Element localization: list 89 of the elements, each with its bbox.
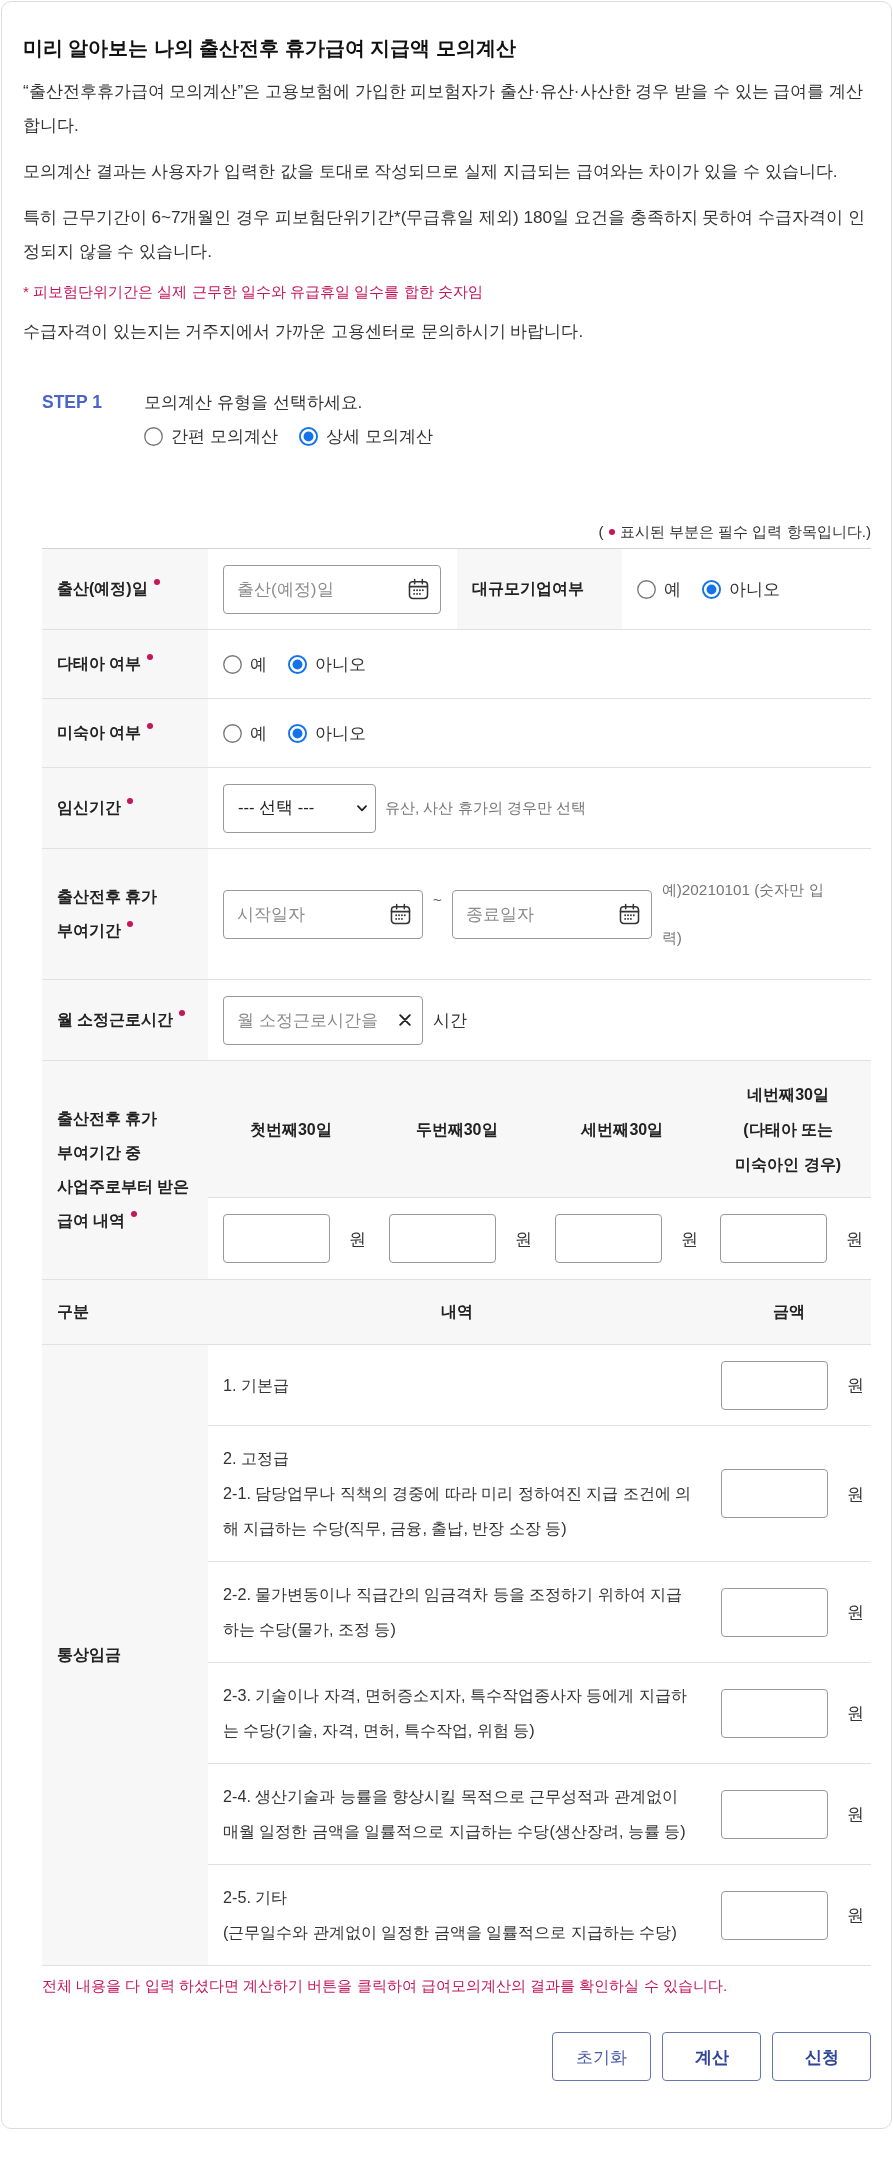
- amount-input[interactable]: [721, 1469, 828, 1518]
- note-text: 표시된 부분은 필수 입력 항목입니다.): [619, 522, 871, 542]
- pay-item-text: (근무일수와 관계없이 일정한 금액을 일률적으로 지급하는 수당): [223, 1922, 678, 1943]
- calendar-icon[interactable]: [389, 902, 412, 926]
- unit-label: 원: [846, 1227, 864, 1251]
- step-label: STEP 1: [42, 392, 102, 412]
- unit-label: 원: [514, 1227, 532, 1251]
- field-label: 출산(예정)일: [57, 580, 148, 597]
- pay-item-text: 2-4. 생산기술과 능률을 향상시킬 목적으로 근무성적과 관계없이 매월 일정한 금액을 일률적으로 지급하는 수당(생산장려, 능률 등): [223, 1786, 687, 1842]
- field-label: 미숙아 여부: [57, 724, 142, 741]
- unit-label: 원: [847, 1482, 864, 1506]
- unit-label: 원: [847, 1904, 864, 1927]
- option-label[interactable]: 예: [250, 721, 267, 745]
- field-label: 출산전후 휴가 부여기간: [57, 888, 158, 939]
- radio-button[interactable]: [702, 579, 721, 599]
- amount-input[interactable]: [554, 1214, 662, 1263]
- calendar-icon[interactable]: [617, 902, 641, 926]
- calculate-button[interactable]: 계산: [662, 2032, 761, 2081]
- column-header: 두번째30일: [415, 1119, 498, 1140]
- unit-label: 시간: [433, 1009, 467, 1032]
- required-dot-icon: [608, 529, 615, 535]
- radio-button[interactable]: [298, 426, 318, 446]
- period-select[interactable]: --- 선택 ---: [223, 783, 376, 833]
- note-text: (: [598, 522, 604, 542]
- unit-label: 원: [349, 1227, 366, 1251]
- field-label: 월 소정근로시간: [57, 1011, 174, 1028]
- amount-input[interactable]: [720, 1214, 828, 1263]
- footer-note: 전체 내용을 다 입력 하셨다면 계산하기 버튼을 클릭하여 급여모의계산의 결과를 확인하실 수 있습니다.: [42, 1976, 729, 1996]
- pay-item-text: 2-5. 기타: [223, 1887, 289, 1908]
- unit-label: 원: [680, 1227, 698, 1251]
- pay-item-text: 2. 고정급: [223, 1448, 290, 1469]
- radio-button[interactable]: [288, 654, 307, 674]
- unit-label: 원: [847, 1803, 864, 1826]
- radio-button[interactable]: [637, 579, 656, 599]
- option-label[interactable]: 아니오: [729, 577, 780, 601]
- amount-input[interactable]: [721, 1587, 828, 1637]
- pay-item-text: 2-3. 기술이나 자격, 면허증소지자, 특수작업종사자 등에게 지급하는 수당(기술, 자격, 면허, 특수작업, 위험 등): [223, 1685, 688, 1741]
- field-label: 출산전후 휴가 부여기간 중 사업주로부터 받은 급여 내역: [57, 1110, 190, 1229]
- option-label[interactable]: 아니오: [315, 721, 366, 745]
- intro-text: 수급자격이 있는지는 거주지에서 가까운 고용센터로 문의하시기 바랍니다.: [23, 321, 585, 343]
- field-label: 임신기간: [57, 799, 121, 816]
- pay-item-text: 2-1. 담당업무나 직책의 경중에 따라 미리 정하여진 지급 조건에 의해 지급하는 수당(직무, 금융, 출납, 반장 소장 등): [223, 1483, 693, 1539]
- field-label: 대규모기업여부: [472, 580, 584, 597]
- amount-input[interactable]: [388, 1214, 496, 1263]
- column-header: 내역: [441, 1301, 473, 1322]
- apply-button[interactable]: 신청: [772, 2032, 871, 2081]
- clear-icon[interactable]: [399, 1013, 411, 1026]
- unit-label: 원: [847, 1374, 864, 1397]
- end-date-field[interactable]: 종료일자: [451, 889, 652, 939]
- unit-label: 원: [847, 1702, 864, 1725]
- option-label[interactable]: 아니오: [315, 652, 366, 676]
- amount-input[interactable]: [721, 1789, 828, 1839]
- date-field[interactable]: 출산(예정)일: [223, 564, 441, 614]
- group-label: 통상임금: [57, 1644, 121, 1665]
- column-header: 구분: [56, 1301, 89, 1322]
- hours-field[interactable]: 월 소정근로시간을: [223, 995, 423, 1045]
- start-date-field[interactable]: 시작일자: [223, 889, 423, 939]
- radio-button[interactable]: [223, 654, 242, 674]
- range-separator: ~: [433, 890, 442, 908]
- caret-icon: [357, 804, 367, 812]
- step-prompt: 모의계산 유형을 선택하세요.: [144, 391, 364, 414]
- radio-button[interactable]: [144, 426, 163, 446]
- intro-text: 특히 근무기간이 6~7개월인 경우 피보험단위기간*(무급휴일 제외) 180일 요건을 충족하지 못하여 수급자격이 인정되지 않을 수 있습니다.: [23, 207, 866, 263]
- field-label: 다태아 여부: [57, 655, 142, 672]
- footnote-text: * 피보험단위기간은 실제 근무한 일수와 유급휴일 일수를 합한 숫자임: [23, 282, 484, 302]
- hint-text: 유산, 사산 휴가의 경우만 선택: [385, 797, 587, 818]
- amount-input[interactable]: [721, 1890, 828, 1940]
- option-label[interactable]: 예: [664, 577, 681, 601]
- amount-input[interactable]: [223, 1214, 330, 1263]
- column-header: 금액: [772, 1301, 805, 1322]
- intro-text: “출산전후휴가급여 모의계산”은 고용보험에 가입한 피보험자가 출산·유산·사산한 경우 받을 수 있는 급여를 계산합니다.: [23, 81, 864, 137]
- page-title: 미리 알아보는 나의 출산전후 휴가급여 지급액 모의계산: [23, 36, 517, 61]
- pay-item-text: 1. 기본급: [223, 1374, 290, 1396]
- amount-input[interactable]: [721, 1688, 828, 1738]
- hint-text: 예)20210101 (숫자만 입력): [661, 880, 825, 948]
- reset-button[interactable]: 초기화: [552, 2032, 651, 2081]
- option-label[interactable]: 상세 모의계산: [325, 424, 433, 448]
- column-header: 세번째30일: [581, 1119, 664, 1140]
- option-label[interactable]: 예: [250, 652, 267, 676]
- intro-text: 모의계산 결과는 사용자가 입력한 값을 토대로 작성되므로 실제 지급되는 급여와는 차이가 있을 수 있습니다.: [23, 161, 839, 183]
- radio-button[interactable]: [223, 723, 242, 743]
- pay-item-text: 2-2. 물가변동이나 직급간의 임금격차 등을 조정하기 위하여 지급하는 수당(물가, 조정 등): [223, 1584, 684, 1640]
- column-header: 첫번째30일: [249, 1119, 332, 1140]
- calendar-icon[interactable]: [407, 577, 430, 601]
- column-header: 네번째30일 (다태아 또는 미숙아인 경우): [734, 1084, 842, 1175]
- amount-input[interactable]: [721, 1360, 828, 1410]
- option-label[interactable]: 간편 모의계산: [171, 424, 278, 448]
- radio-button[interactable]: [288, 723, 307, 743]
- unit-label: 원: [847, 1601, 864, 1624]
